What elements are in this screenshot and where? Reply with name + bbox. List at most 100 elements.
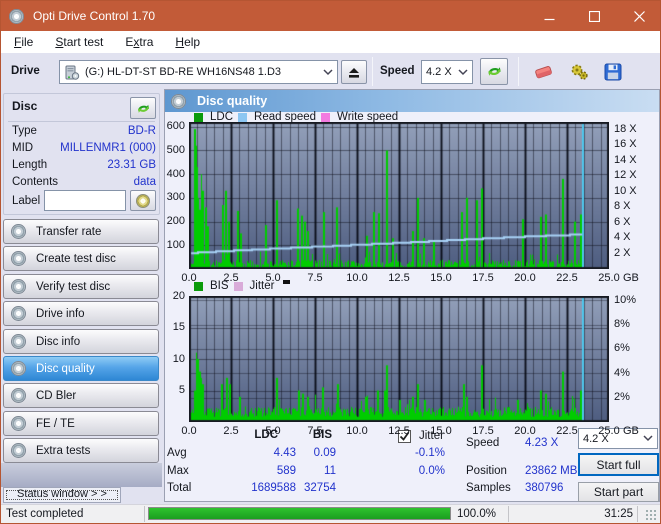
sidebar-item-transfer-rate[interactable]: Transfer rate	[3, 219, 159, 244]
disc-icon	[11, 334, 26, 349]
disc-icon	[11, 306, 26, 321]
status-window-button[interactable]: Status window > >	[3, 487, 121, 503]
sidebar-item-disc-info[interactable]: Disc info	[3, 329, 159, 354]
window-title: Opti Drive Control 1.70	[33, 9, 156, 23]
progress-fill	[149, 508, 450, 519]
disc-icon	[11, 224, 26, 239]
chevron-down-icon	[458, 68, 468, 75]
statusbar-divider	[637, 506, 638, 522]
sidebar-item-cd-bler[interactable]: CD Bler	[3, 383, 159, 408]
cd-icon	[136, 193, 150, 208]
start-full-button[interactable]: Start full	[578, 453, 659, 476]
app-icon	[9, 8, 24, 24]
y-axis-right-label: 6 X	[614, 215, 631, 228]
read-speed-legend-swatch	[238, 112, 248, 122]
disc-icon	[11, 416, 26, 431]
y-axis-right-label: 16 X	[614, 138, 637, 151]
ldc-read-speed-chart	[189, 122, 609, 269]
resize-grip[interactable]	[645, 509, 657, 521]
sidebar-item-create-test-disc[interactable]: Create test disc	[3, 246, 159, 271]
start-part-button[interactable]: Start part	[578, 482, 659, 502]
y-axis-left-label: 10	[172, 352, 185, 365]
menu-item-help[interactable]: Help	[164, 31, 211, 53]
toolbar-separator	[372, 57, 373, 86]
y-axis-left-label: 5	[178, 384, 185, 396]
disc-group-title: Disc	[12, 99, 38, 113]
x-axis-label: 17.5	[472, 425, 494, 437]
sidebar-item-disc-quality[interactable]: Disc quality	[3, 356, 159, 381]
speed-select[interactable]: 4.2 X	[421, 60, 473, 84]
y-axis-left-label: 200	[166, 215, 185, 228]
save-button[interactable]	[599, 58, 627, 85]
drive-select-value: (G:) HL-DT-ST BD-RE WH16NS48 1.D3	[85, 66, 282, 78]
disc-row-value: data	[133, 176, 156, 188]
close-button[interactable]	[617, 1, 660, 31]
sidebar-item-label: Disc quality	[36, 362, 95, 375]
sidebar-item-label: CD Bler	[36, 389, 77, 402]
x-axis-unit: GB	[623, 272, 639, 284]
status-text: Test completed	[6, 508, 84, 520]
stats-bis-value: 32754	[304, 482, 336, 495]
progress-bar	[148, 507, 451, 520]
y-axis-right-label: 4%	[614, 366, 630, 379]
panel-header: Disc quality	[165, 90, 659, 112]
y-axis-left-label: 15	[172, 321, 185, 333]
refresh-icon	[487, 67, 501, 76]
x-axis-label: 2.5	[223, 425, 239, 437]
sidebar-item-label: FE / TE	[36, 417, 75, 430]
sidebar-item-verify-test-disc[interactable]: Verify test disc	[3, 274, 159, 299]
eraser-icon	[535, 65, 552, 78]
x-axis-label: 15.0	[430, 425, 452, 437]
disc-label-input[interactable]	[44, 190, 126, 211]
bis-jitter-chart	[189, 296, 609, 422]
minimize-button[interactable]	[527, 1, 572, 31]
disc-row-label: Length	[12, 159, 48, 171]
drive-icon	[65, 65, 80, 80]
menu-item-start-test[interactable]: Start test	[44, 31, 114, 53]
y-axis-right-label: 14 X	[614, 153, 637, 166]
sidebar-item-label: Extra tests	[36, 444, 91, 457]
y-axis-right-label: 6%	[614, 342, 630, 355]
refresh-icon	[137, 104, 149, 113]
x-axis-label: 12.5	[388, 272, 410, 284]
x-axis-unit: GB	[623, 425, 639, 437]
disc-label-caption: Label	[12, 195, 41, 207]
menu-item-extra[interactable]: Extra	[114, 31, 164, 53]
y-axis-right-label: 2%	[614, 391, 630, 404]
x-axis-label: 22.5	[556, 272, 578, 284]
sidebar-item-extra-tests[interactable]: Extra tests	[3, 438, 159, 463]
write-speed-legend-swatch	[321, 112, 331, 122]
y-axis-left-label: 500	[166, 143, 185, 156]
samples-value: 380796	[525, 482, 564, 494]
stats-bis-value: 0.09	[313, 447, 336, 459]
disc-row-label: MID	[12, 142, 34, 154]
sidebar-item-label: Verify test disc	[36, 280, 111, 293]
menu-item-file[interactable]: File	[3, 31, 44, 53]
refresh-speeds-button[interactable]	[480, 58, 508, 85]
disc-row-value: 23.31 GB	[107, 159, 156, 171]
maximize-button[interactable]	[572, 1, 617, 31]
sidebar-item-drive-info[interactable]: Drive info	[3, 301, 159, 326]
refresh-disc-button[interactable]	[130, 97, 156, 119]
stats-bis-value: 11	[324, 464, 336, 477]
eject-button[interactable]	[341, 60, 367, 84]
disc-quality-icon	[171, 93, 186, 109]
y-axis-left-label: 100	[166, 238, 185, 251]
erase-disc-button[interactable]	[530, 58, 558, 85]
speed-result-value: 4.23 X	[525, 437, 559, 449]
panel-title: Disc quality	[197, 94, 268, 108]
toolbar-separator	[518, 57, 519, 86]
drive-select[interactable]: (G:) HL-DT-ST BD-RE WH16NS48 1.D3	[59, 60, 338, 84]
stats-jitter-value: -0.1%	[414, 447, 445, 459]
settings-button[interactable]	[565, 58, 593, 85]
sidebar-item-label: Transfer rate	[36, 225, 102, 238]
speed-select-value: 4.2 X	[426, 66, 452, 78]
stats-ldc-value: 1689588	[251, 482, 296, 495]
sidebar-item-fe-te[interactable]: FE / TE	[3, 411, 159, 436]
chevron-down-icon	[643, 435, 653, 442]
x-axis-label: 20.0	[514, 425, 536, 437]
disc-info-group: Disc Type BD-R MID MILLENMR1 (000) Length 23.…	[3, 93, 160, 215]
toolbar: Drive (G:) HL-DT-ST BD-RE WH16NS48 1.D3 …	[1, 53, 660, 90]
app-window: Opti Drive Control 1.70 File Start test Ex…	[0, 0, 661, 524]
y-axis-right-label: 12 X	[614, 169, 637, 182]
